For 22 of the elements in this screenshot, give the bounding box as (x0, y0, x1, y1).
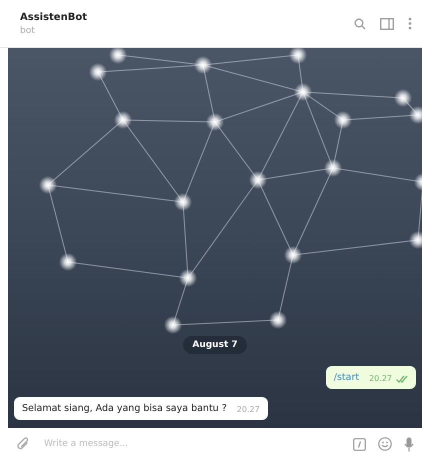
more-button[interactable] (408, 17, 412, 30)
chat-title: AssistenBot (20, 12, 88, 22)
search-icon (354, 18, 366, 30)
date-separator: August 7 (183, 336, 247, 354)
message-input[interactable]: Write a message... (42, 438, 341, 450)
smiley-icon (378, 437, 392, 451)
message-text: /start (334, 372, 360, 383)
microphone-icon (404, 436, 414, 452)
slash-command-icon (353, 438, 366, 450)
more-icon (408, 17, 412, 30)
voice-button[interactable] (404, 436, 414, 452)
message-text: Selamat siang, Ada yang bisa saya bantu ? (22, 403, 227, 414)
sidebar-toggle-button[interactable] (380, 18, 394, 30)
message-time: 20.27 (369, 374, 392, 383)
message-time: 20.27 (236, 405, 260, 414)
commands-button[interactable] (353, 438, 366, 450)
attach-button[interactable] (16, 436, 30, 452)
paperclip-icon (16, 436, 30, 452)
search-button[interactable] (354, 18, 366, 30)
chat-subtitle: bot (20, 26, 36, 36)
emoji-button[interactable] (378, 437, 392, 451)
panel-icon (380, 18, 394, 30)
